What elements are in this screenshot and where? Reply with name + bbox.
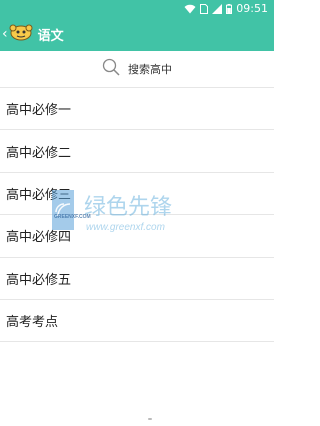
list-item[interactable]: 高考考点 <box>0 300 274 343</box>
status-bar: 09:51 <box>0 0 274 17</box>
list-item-label: 高中必修四 <box>6 230 72 246</box>
sim-card-icon <box>200 3 209 14</box>
list-item-label: 高中必修一 <box>6 103 72 119</box>
course-list: 高中必修一 高中必修二 高中必修三 高中必修四 高中必修五 高考考点 <box>0 88 274 343</box>
battery-icon <box>226 3 233 14</box>
list-item[interactable]: 高中必修二 <box>0 130 274 173</box>
back-button[interactable]: ‹ <box>0 17 33 51</box>
list-item[interactable]: 高中必修三 <box>0 173 274 216</box>
search-bar[interactable]: 搜索高中 <box>0 51 274 88</box>
mascot-icon <box>9 23 33 45</box>
list-item-label: 高中必修五 <box>6 272 72 288</box>
app-bar: ‹ 语文 <box>0 17 274 51</box>
list-item[interactable]: 高中必修一 <box>0 88 274 131</box>
list-item[interactable]: 高中必修四 <box>0 215 274 258</box>
chevron-left-icon: ‹ <box>2 26 8 42</box>
search-label: 搜索高中 <box>128 63 172 76</box>
signal-icon <box>212 3 223 14</box>
list-item-label: 高中必修三 <box>6 187 72 203</box>
status-time: 09:51 <box>236 2 268 15</box>
list-item-label: 高中必修二 <box>6 145 72 161</box>
list-item[interactable]: 高中必修五 <box>0 258 274 300</box>
page-title: 语文 <box>37 28 64 44</box>
list-item-label: 高考考点 <box>6 315 59 331</box>
search-icon <box>102 58 120 80</box>
scroll-indicator <box>148 418 152 420</box>
wifi-icon <box>184 4 196 14</box>
search-button[interactable]: 搜索高中 <box>102 58 172 80</box>
